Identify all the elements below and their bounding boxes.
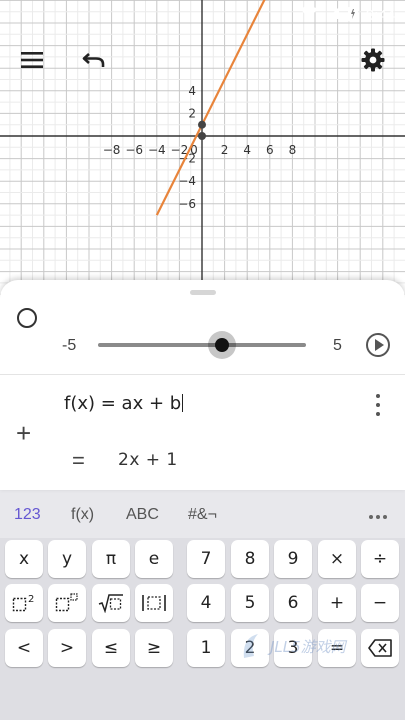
add-item-button[interactable]: + xyxy=(16,420,31,446)
key-x[interactable]: x xyxy=(5,540,43,578)
wifi-icon xyxy=(300,5,318,25)
output-equals-sign: = xyxy=(72,448,85,473)
slider-max-label: 5 xyxy=(333,337,342,354)
function-line xyxy=(155,0,266,216)
y-tick-label: −4 xyxy=(178,174,196,188)
key-square[interactable]: 2 xyxy=(5,584,43,622)
visibility-toggle[interactable] xyxy=(17,308,37,328)
settings-button[interactable] xyxy=(355,44,391,80)
play-icon[interactable] xyxy=(366,333,390,357)
key-plus[interactable]: + xyxy=(318,584,356,622)
key-sqrt-glyph xyxy=(98,593,124,613)
keyboard-more-icon[interactable] xyxy=(369,515,387,519)
key-power[interactable] xyxy=(48,584,86,622)
tab-abc[interactable]: ABC xyxy=(126,506,159,524)
key-greater-equal[interactable]: ≥ xyxy=(135,629,173,667)
graph-point xyxy=(198,132,206,140)
key-abs-glyph xyxy=(141,593,167,613)
panel-divider xyxy=(0,374,405,375)
tab-functions[interactable]: f(x) xyxy=(71,506,94,524)
key-sqrt[interactable] xyxy=(92,584,130,622)
key-1[interactable]: 1 xyxy=(187,629,225,667)
backspace-icon[interactable] xyxy=(361,629,399,667)
slider-min-label: -5 xyxy=(62,337,77,354)
tab-123[interactable]: 123 xyxy=(14,506,41,524)
slider-thumb[interactable] xyxy=(215,338,229,352)
expression-text: f(x) = ax + b xyxy=(64,393,182,414)
y-tick-label: 4 xyxy=(188,84,196,98)
more-options-icon[interactable] xyxy=(370,394,386,416)
tab-symbols[interactable]: #&¬ xyxy=(188,506,217,524)
key-minus[interactable]: − xyxy=(361,584,399,622)
key-4[interactable]: 4 xyxy=(187,584,225,622)
graph-point xyxy=(198,120,206,129)
key-y[interactable]: y xyxy=(48,540,86,578)
watermark-logo: JLL5游戏网 xyxy=(240,628,360,665)
expression-input[interactable]: f(x) = ax + b xyxy=(64,393,184,414)
menu-button[interactable] xyxy=(14,44,50,80)
expression-output: 2x + 1 xyxy=(118,450,178,470)
status-bar: 3:44 xyxy=(0,0,405,30)
keyboard-tabs: 123 f(x) ABC #&¬ xyxy=(0,490,405,538)
battery-icon xyxy=(347,4,358,26)
key-7[interactable]: 7 xyxy=(187,540,225,578)
key-pi[interactable]: π xyxy=(92,540,130,578)
key-square-glyph: 2 xyxy=(12,593,36,613)
text-caret xyxy=(182,394,184,412)
key-power-glyph xyxy=(55,593,79,613)
key-6[interactable]: 6 xyxy=(274,584,312,622)
undo-button[interactable] xyxy=(76,44,112,80)
algebra-panel: -5 5 + f(x) = ax + b = 2x + 1 xyxy=(0,280,405,490)
slider-track[interactable] xyxy=(98,343,306,347)
graphics-view[interactable]: −8 −6 −4 −2 0 2 4 6 8 4 2 −2 −4 −6 xyxy=(0,0,405,300)
x-tick-label: 4 xyxy=(243,143,251,157)
key-less-equal[interactable]: ≤ xyxy=(92,629,130,667)
x-tick-label: 8 xyxy=(289,143,297,157)
y-tick-label: 2 xyxy=(188,106,196,120)
key-abs[interactable] xyxy=(135,584,173,622)
backspace-icon-glyph xyxy=(368,639,392,657)
key-multiply[interactable]: × xyxy=(318,540,356,578)
key-e[interactable]: e xyxy=(135,540,173,578)
status-time: 3:44 xyxy=(365,6,395,24)
x-tick-label: 6 xyxy=(266,143,274,157)
panel-drag-handle[interactable] xyxy=(190,290,216,295)
svg-text:JLL5游戏网: JLL5游戏网 xyxy=(267,638,348,656)
y-tick-label: −6 xyxy=(178,197,196,211)
key-greater[interactable]: > xyxy=(48,629,86,667)
signal-icon xyxy=(326,6,340,25)
key-9[interactable]: 9 xyxy=(274,540,312,578)
x-tick-label: 2 xyxy=(221,143,229,157)
key-5[interactable]: 5 xyxy=(231,584,269,622)
key-8[interactable]: 8 xyxy=(231,540,269,578)
graph-canvas[interactable]: −8 −6 −4 −2 0 2 4 6 842−2−4−6 xyxy=(0,0,405,300)
key-less[interactable]: < xyxy=(5,629,43,667)
key-divide[interactable]: ÷ xyxy=(361,540,399,578)
x-tick-label: −6 xyxy=(125,143,143,157)
x-tick-label: −4 xyxy=(148,143,166,157)
x-tick-label: −8 xyxy=(103,143,121,157)
gear-icon xyxy=(361,48,385,77)
svg-text:2: 2 xyxy=(28,594,34,605)
app-root: −8−6−4−20246842−2−4−6 3:44 xyxy=(0,0,405,720)
math-keyboard: 123 f(x) ABC #&¬ xyπe789×÷2456+−<>≤≥123= xyxy=(0,490,405,720)
menu-icon xyxy=(21,51,43,73)
undo-icon xyxy=(82,51,106,74)
